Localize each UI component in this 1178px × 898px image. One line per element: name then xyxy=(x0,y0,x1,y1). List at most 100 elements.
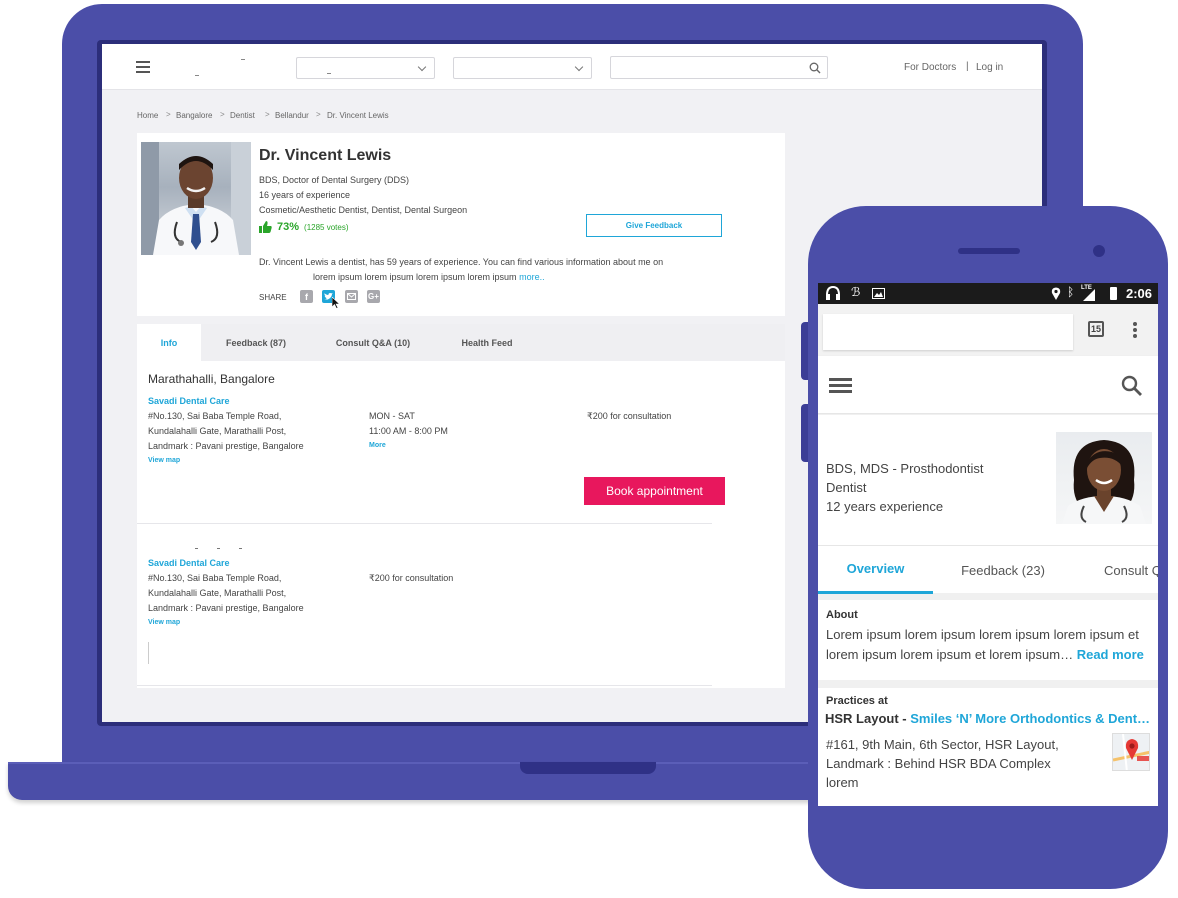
doctor-photo xyxy=(141,142,251,255)
breadcrumb-separator: > xyxy=(166,110,171,119)
tab-info[interactable]: Info xyxy=(137,324,201,361)
rating-percent: 73% xyxy=(277,221,300,233)
tab-switcher-button[interactable]: 15 xyxy=(1088,321,1104,337)
practice-clinic-link[interactable]: Smiles ‘N’ More Orthodontics & Dent… xyxy=(910,711,1150,726)
clinic-name-link[interactable]: Savadi Dental Care xyxy=(148,396,230,406)
google-plus-icon[interactable]: G+ xyxy=(367,290,380,303)
share-label: SHARE xyxy=(259,293,287,302)
doctor-name: Dr. Vincent Lewis xyxy=(259,147,392,164)
give-feedback-button[interactable]: Give Feedback xyxy=(586,214,722,237)
app-notification-icon: ℬ xyxy=(851,285,861,299)
tab-consult-qa[interactable]: Consult Q&A (10) xyxy=(321,324,425,361)
clinic2-location-placeholder xyxy=(195,548,255,549)
doctor-bio-continued: lorem ipsum lorem ipsum lorem ipsum lore… xyxy=(313,272,545,282)
book-appointment-button[interactable]: Book appointment xyxy=(584,477,725,505)
phone-speaker xyxy=(958,248,1020,254)
location-select[interactable] xyxy=(296,57,435,79)
doctor-experience: 16 years of experience xyxy=(259,190,351,200)
breadcrumb-separator: > xyxy=(316,110,321,119)
mail-icon[interactable] xyxy=(345,290,358,303)
rating-votes: (1285 votes) xyxy=(304,222,349,232)
about-text: Lorem ipsum lorem ipsum lorem ipsum lore… xyxy=(826,627,1139,642)
mobile-profile-tabs: Overview Feedback (23) Consult Q xyxy=(818,545,1158,594)
practice-section: Practices at HSR Layout - Smiles ‘N’ Mor… xyxy=(818,688,1158,806)
clinic-list: Marathahalli, Bangalore Savadi Dental Ca… xyxy=(137,361,785,688)
consultation-fee: ₹200 for consultation xyxy=(369,573,454,583)
tab-health-feed[interactable]: Health Feed xyxy=(443,324,531,361)
doctor-qualification: BDS, Doctor of Dental Surgery (DDS) xyxy=(259,175,410,185)
status-bar: ℬ ᛒ LTE 2:06 xyxy=(818,283,1158,304)
doctor-specialities: Cosmetic/Aesthetic Dentist, Dentist, Den… xyxy=(259,205,468,215)
facebook-icon[interactable]: f xyxy=(300,290,313,303)
consultation-fee: ₹200 for consultation xyxy=(587,411,672,421)
timings-more-link[interactable]: More xyxy=(369,442,386,449)
headphones-icon xyxy=(826,286,840,300)
practice-area: HSR Layout - xyxy=(825,711,907,726)
clinic-address-line: Landmark : Pavani prestige, Bangalore xyxy=(148,603,304,613)
practice-title: HSR Layout - Smiles ‘N’ More Orthodontic… xyxy=(825,711,1150,726)
menu-icon[interactable] xyxy=(136,60,152,74)
mobile-app-bar xyxy=(818,356,1158,414)
breadcrumb-item[interactable]: Dentist xyxy=(230,111,255,120)
breadcrumb-item[interactable]: Bangalore xyxy=(176,111,212,120)
laptop-notch xyxy=(520,762,656,774)
tab-feedback[interactable]: Feedback (23) xyxy=(948,546,1058,594)
bluetooth-icon: ᛒ xyxy=(1067,285,1075,299)
breadcrumb-separator: > xyxy=(220,110,225,119)
read-more-link[interactable]: Read more xyxy=(1077,647,1144,662)
doctor-speciality: Dentist xyxy=(826,480,867,495)
mobile-page: ℬ ᛒ LTE 2:06 15 BDS, MDS - Prosthodontis… xyxy=(818,283,1158,806)
menu-icon[interactable] xyxy=(829,377,852,393)
about-text-line: lorem ipsum lorem ipsum et lorem ipsum… xyxy=(826,647,1074,662)
kebab-menu-icon[interactable] xyxy=(1131,321,1139,339)
doctor-bio: Dr. Vincent Lewis a dentist, has 59 year… xyxy=(259,257,664,267)
search-icon[interactable] xyxy=(809,62,821,74)
doctor-experience: 12 years experience xyxy=(826,499,944,514)
address-bar[interactable] xyxy=(823,314,1073,350)
doctor-qualification: BDS, MDS - Prosthodontist xyxy=(826,461,984,476)
mobile-doctor-profile: BDS, MDS - Prosthodontist Dentist 12 yea… xyxy=(818,415,1158,545)
practice-address-line: lorem xyxy=(826,775,859,790)
breadcrumb-separator: > xyxy=(265,110,270,119)
speciality-select[interactable] xyxy=(453,57,592,79)
breadcrumb-item[interactable]: Bellandur xyxy=(275,111,309,120)
status-time: 2:06 xyxy=(1126,286,1153,301)
clinic-name-link[interactable]: Savadi Dental Care xyxy=(148,558,230,568)
breadcrumb-item[interactable]: Home xyxy=(137,111,158,120)
location-icon xyxy=(1051,287,1061,300)
battery-icon xyxy=(1110,287,1117,300)
view-map-link[interactable]: View map xyxy=(148,457,180,464)
about-section: About Lorem ipsum lorem ipsum lorem ipsu… xyxy=(818,600,1158,680)
practices-heading: Practices at xyxy=(826,695,888,707)
logo-placeholder xyxy=(195,75,199,76)
map-thumbnail[interactable] xyxy=(1112,733,1150,771)
signal-icon xyxy=(1083,289,1095,301)
practice-address-line: #161, 9th Main, 6th Sector, HSR Layout, xyxy=(826,737,1059,752)
search-input[interactable] xyxy=(610,56,828,79)
cursor-icon xyxy=(332,297,340,309)
for-doctors-link[interactable]: For Doctors xyxy=(904,62,956,73)
clinic-address-line: #No.130, Sai Baba Temple Road, xyxy=(148,573,282,583)
clinic-address-line: Kundalahalli Gate, Marathalli Post, xyxy=(148,426,287,436)
tab-feedback[interactable]: Feedback (87) xyxy=(209,324,303,361)
text-cursor-line xyxy=(148,642,149,664)
practice-address-line: Landmark : Behind HSR BDA Complex xyxy=(826,756,1051,771)
tab-overview[interactable]: Overview xyxy=(818,546,933,594)
header-separator: | xyxy=(966,61,969,72)
clinic-address-line: Landmark : Pavani prestige, Bangalore xyxy=(148,441,304,451)
logo-placeholder-2 xyxy=(241,59,245,60)
bio-text: lorem ipsum lorem ipsum lorem ipsum lore… xyxy=(313,272,517,282)
about-heading: About xyxy=(826,609,858,621)
view-map-link[interactable]: View map xyxy=(148,619,180,626)
image-icon xyxy=(872,288,885,299)
clinic-days: MON - SAT xyxy=(369,411,415,421)
bio-more-link[interactable]: more.. xyxy=(519,272,545,282)
clinic-location: Marathahalli, Bangalore xyxy=(148,372,275,386)
clinic-hours: 11:00 AM - 8:00 PM xyxy=(369,426,448,436)
thumbs-up-icon xyxy=(259,221,272,233)
tab-consult[interactable]: Consult Q xyxy=(1104,546,1158,594)
clinic-address-line: Kundalahalli Gate, Marathalli Post, xyxy=(148,588,287,598)
desktop-header: For Doctors | Log in xyxy=(102,44,1042,90)
search-icon[interactable] xyxy=(1121,375,1143,397)
login-link[interactable]: Log in xyxy=(976,62,1003,73)
